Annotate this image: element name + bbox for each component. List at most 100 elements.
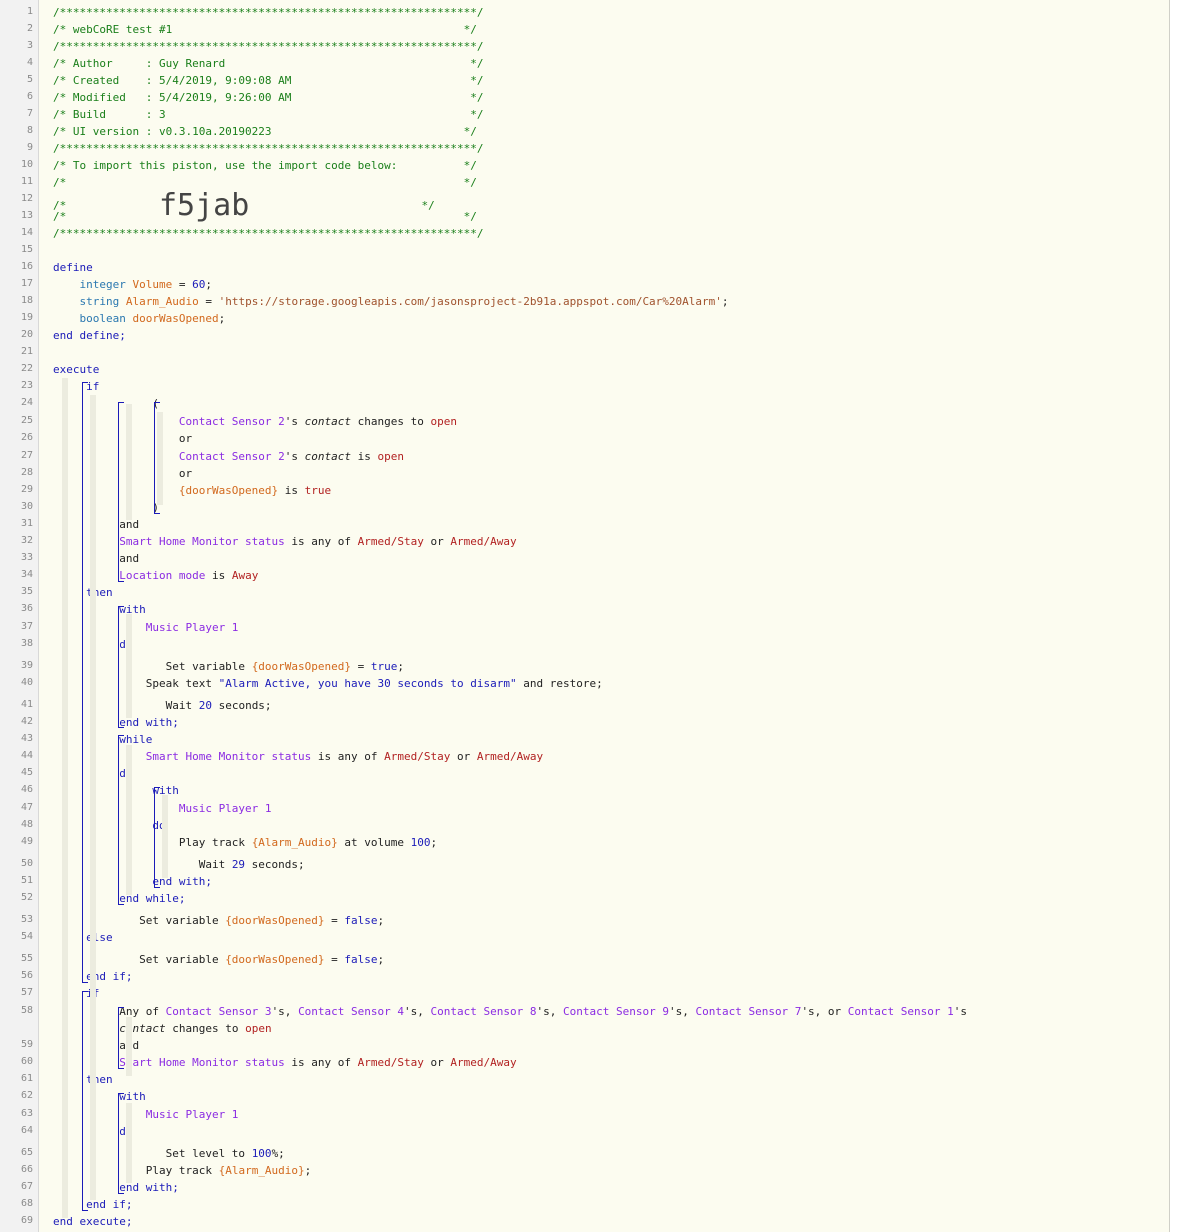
code-token: "Alarm Active, you have 30 seconds to di… [218,677,517,690]
code-token: Contact Sensor 1 [847,1005,954,1018]
code-token: %; [271,1147,285,1160]
code-line: Set variable {doorWasOpened} = true; [53,660,404,673]
indent-guide [162,795,168,878]
line-number: 65 [20,1147,33,1158]
line-number: 48 [20,819,33,830]
code-token: Contact Sensor 8 [430,1005,537,1018]
line-number: 56 [20,970,33,981]
code-token: ( [53,397,159,410]
code-token: {Alarm_Audio} [251,836,338,849]
code-token: Armed/Stay [384,750,451,763]
code-line: integer Volume = 60; [53,278,212,291]
code-line: ) [53,501,159,514]
line-number: 21 [20,346,33,357]
code-line: ( [53,397,159,410]
indent-guide [126,1103,132,1183]
line-number: 19 [20,312,33,323]
line-number: 29 [20,484,33,495]
line-number: 9 [26,142,33,153]
line-number: 44 [20,750,33,761]
code-token: or [423,1056,451,1069]
code-token: end with; [53,875,212,888]
code-line: Music Player 1 [53,621,239,634]
code-line: Play track {Alarm_Audio} at volume 100; [53,836,437,849]
line-number: 47 [20,802,33,813]
code-token: Music Player 1 [53,621,239,634]
code-token: Contact Sensor 9 [563,1005,669,1018]
code-line: Set variable {doorWasOpened} = false; [53,953,384,966]
code-line: Speak text "Alarm Active, you have 30 se… [53,677,603,690]
code-token: Set variable [53,953,226,966]
line-number: 37 [20,621,33,632]
code-line: do [53,819,166,832]
code-token: ; [377,953,385,966]
code-line: Contact Sensor 2's contact changes to op… [53,415,457,428]
code-token: /* UI version : v0.3.10a.20190223 */ [53,125,477,138]
line-number: 39 [20,660,33,671]
code-line: /***************************************… [53,40,483,53]
code-token: ; [377,914,385,927]
block-bracket [82,991,88,1211]
code-line: /* UI version : v0.3.10a.20190223 */ [53,125,477,138]
code-token: or [450,750,477,763]
line-number: 10 [20,159,33,170]
code-token: = [324,914,345,927]
line-number: 8 [26,125,33,136]
code-editor[interactable]: 1 2 3 4 5 6 7 8 9 10 11 12 13 14 15 16 17 18 19 20 21 22 23 24 2… [0,0,1170,1232]
code-token: do [53,819,166,832]
code-token: ; [430,836,438,849]
line-number: 1 [26,6,33,17]
code-token: {Alarm_Audio} [218,1164,305,1177]
code-token: is [278,484,305,497]
code-token: Contact Sensor 4 [298,1005,405,1018]
line-number: 32 [20,535,33,546]
indent-guide [126,745,132,895]
code-token: 20 [198,699,212,712]
code-line: string Alarm_Audio = 'https://storage.go… [53,295,729,308]
code-token: changes to [351,415,431,428]
code-token: integer [53,278,133,291]
code-token: end define; [53,329,126,342]
code-line: Any of Contact Sensor 3's, Contact Senso… [53,1005,967,1018]
line-number: 42 [20,716,33,727]
code-token: contact [304,450,352,463]
code-token: ; [205,278,212,291]
line-number: 24 [20,397,33,408]
code-token: /***************************************… [53,40,484,53]
code-token: 's, [536,1005,563,1018]
code-token: ; [721,295,729,308]
line-number: 36 [20,603,33,614]
line-number: 60 [20,1056,33,1067]
code-line: /* */ [53,210,477,223]
block-bracket [82,382,88,983]
code-line: /***************************************… [53,227,483,240]
code-token: Music Player 1 [53,1108,239,1121]
code-line: /* webCoRE test #1 */ [53,23,477,36]
code-token: = [198,295,219,308]
line-number: 35 [20,586,33,597]
code-line: /* */ [53,176,477,189]
code-line: /***************************************… [53,142,483,155]
code-token: seconds; [211,699,272,712]
code-token: open [377,450,405,463]
code-line: Set variable {doorWasOpened} = false; [53,914,384,927]
code-token: Speak text [53,677,219,690]
line-number: 55 [20,953,33,964]
line-number: 4 [26,57,33,68]
code-line: end with; [53,875,212,888]
code-line: if [53,380,99,393]
line-number: 46 [20,784,33,795]
line-number: 62 [20,1090,33,1101]
line-number: 26 [20,432,33,443]
code-line: end with; [53,716,179,729]
line-number: 23 [20,380,33,391]
code-token: Play track [53,1164,219,1177]
line-number: 63 [20,1108,33,1119]
code-token: {doorWasOpened} [225,953,325,966]
code-token: Armed/Stay [357,535,424,548]
code-token: changes to [165,1022,246,1035]
code-token: define [53,261,93,274]
code-token: Armed/Away [450,535,517,548]
code-token: = [324,953,345,966]
code-line: Music Player 1 [53,1108,239,1121]
